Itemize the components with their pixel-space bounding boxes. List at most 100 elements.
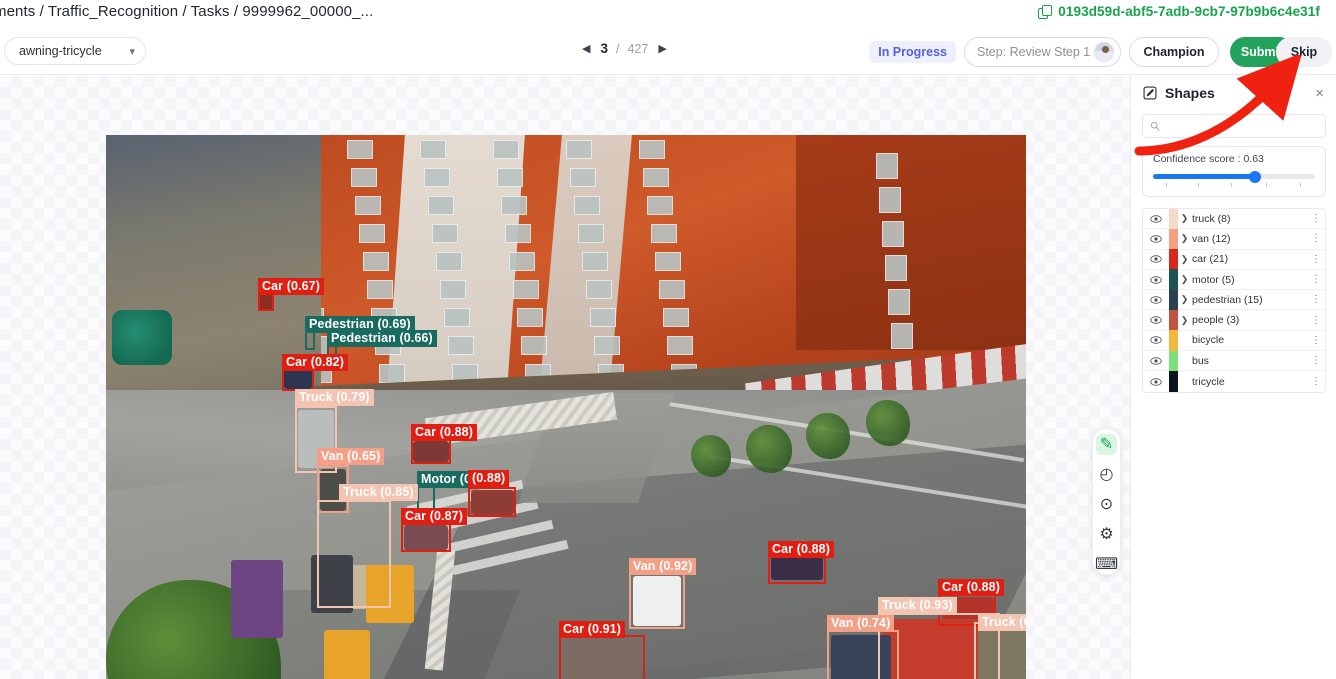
- shapes-icon: [1143, 86, 1157, 100]
- prev-page-button[interactable]: ◀: [580, 42, 592, 55]
- visibility-eye-icon[interactable]: [1143, 294, 1169, 306]
- close-icon[interactable]: ×: [1315, 85, 1324, 102]
- total-pages: 427: [627, 41, 649, 56]
- category-label: bicycle: [1192, 334, 1225, 347]
- shape-category-row[interactable]: ❯ people (3) ⋮: [1143, 309, 1325, 331]
- slider-knob[interactable]: [1248, 170, 1261, 183]
- bounding-box-label[interactable]: Car (0.82): [282, 354, 348, 371]
- row-menu-icon[interactable]: ⋮: [1307, 335, 1325, 345]
- expand-caret-icon[interactable]: ❯: [1178, 254, 1191, 265]
- breadcrumb[interactable]: ments / Traffic_Recognition / Tasks / 99…: [0, 3, 373, 20]
- step-field[interactable]: Step: Review Step 1: [964, 37, 1121, 67]
- expand-caret-icon[interactable]: ❯: [1178, 294, 1191, 305]
- slider-fill: [1153, 174, 1256, 179]
- category-color-swatch: [1169, 269, 1178, 290]
- bounding-box[interactable]: [629, 572, 685, 629]
- category-color-swatch: [1169, 249, 1178, 270]
- shape-category-row[interactable]: ❯ van (12) ⋮: [1143, 228, 1325, 250]
- point-tool[interactable]: ⊙: [1096, 494, 1117, 515]
- row-menu-icon[interactable]: ⋮: [1307, 315, 1325, 325]
- shape-category-row[interactable]: bus ⋮: [1143, 350, 1325, 372]
- bounding-box-label[interactable]: Car (0.67): [258, 278, 324, 295]
- row-menu-icon[interactable]: ⋮: [1307, 356, 1325, 366]
- edit-tool[interactable]: ✎: [1096, 434, 1117, 455]
- label-class-value: awning-tricycle: [19, 44, 102, 58]
- category-color-swatch: [1169, 228, 1178, 250]
- bounding-box-label[interactable]: Van (0.74): [827, 615, 895, 632]
- category-color-swatch: [1169, 289, 1178, 310]
- shape-category-row[interactable]: tricycle ⋮: [1143, 371, 1325, 392]
- shape-category-row[interactable]: ❯ truck (8) ⋮: [1143, 208, 1325, 230]
- confidence-slider[interactable]: [1153, 170, 1315, 188]
- bounding-box-label[interactable]: Car (0.91): [559, 621, 625, 638]
- category-label: pedestrian (15): [1192, 293, 1263, 306]
- visibility-eye-icon[interactable]: [1143, 376, 1169, 388]
- annotated-image[interactable]: Car (0.67) Pedestrian (0.69) Pedestrian (0…: [106, 135, 1026, 679]
- bounding-box-label[interactable]: Truck (0.85): [339, 484, 418, 501]
- bounding-box[interactable]: [559, 635, 645, 679]
- bounding-box-label[interactable]: Pedestrian (0.66): [327, 330, 437, 347]
- bounding-box-label[interactable]: Car (0.88): [938, 579, 1004, 596]
- visibility-eye-icon[interactable]: [1143, 253, 1169, 265]
- keyboard-tool[interactable]: ⌨: [1095, 553, 1118, 574]
- row-menu-icon[interactable]: ⋮: [1307, 377, 1325, 387]
- bounding-box[interactable]: [401, 522, 451, 552]
- bounding-box-label[interactable]: Car (0.87): [401, 508, 467, 525]
- slider-ticks: [1153, 183, 1315, 188]
- canvas-tool-strip[interactable]: ✎ ◴ ⊙ ⚙ ⌨: [1092, 428, 1121, 575]
- next-page-button[interactable]: ▶: [656, 42, 668, 55]
- shape-category-row[interactable]: ❯ pedestrian (15) ⋮: [1143, 289, 1325, 311]
- visibility-eye-icon[interactable]: [1143, 355, 1169, 367]
- row-menu-icon[interactable]: ⋮: [1307, 295, 1325, 305]
- shapes-panel: Shapes × Confidence score : 0.63 ❯ truck …: [1130, 76, 1336, 679]
- shape-category-row[interactable]: ❯ car (21) ⋮: [1143, 249, 1325, 270]
- visibility-eye-icon[interactable]: [1143, 233, 1169, 245]
- champion-button[interactable]: Champion: [1129, 37, 1219, 67]
- history-tool[interactable]: ◴: [1096, 464, 1117, 485]
- bounding-box-label[interactable]: Van (0.65): [317, 448, 385, 465]
- task-id[interactable]: 0193d59d-abf5-7adb-9cb7-97b9b6c4e31f: [1038, 4, 1320, 19]
- row-menu-icon[interactable]: ⋮: [1307, 275, 1325, 285]
- copy-icon[interactable]: [1038, 5, 1053, 19]
- row-menu-icon[interactable]: ⋮: [1307, 234, 1325, 244]
- status-badge: In Progress: [869, 41, 956, 63]
- skip-button[interactable]: Skip: [1276, 37, 1332, 67]
- category-label: motor (5): [1192, 273, 1235, 286]
- shapes-search-input[interactable]: [1142, 114, 1326, 138]
- bounding-box-label[interactable]: Truck (0.93): [878, 597, 957, 614]
- expand-caret-icon[interactable]: ❯: [1178, 274, 1191, 285]
- row-menu-icon[interactable]: ⋮: [1307, 214, 1325, 224]
- task-id-value: 0193d59d-abf5-7adb-9cb7-97b9b6c4e31f: [1058, 4, 1320, 19]
- category-color-swatch: [1169, 371, 1178, 392]
- step-field-value: Step: Review Step 1: [977, 45, 1091, 59]
- shape-category-row[interactable]: bicycle ⋮: [1143, 330, 1325, 352]
- expand-caret-icon[interactable]: ❯: [1178, 213, 1191, 224]
- bounding-box-label[interactable]: Car (0.88): [411, 424, 477, 441]
- bounding-box-label[interactable]: Truck (0.79): [295, 389, 374, 406]
- visibility-eye-icon[interactable]: [1143, 274, 1169, 286]
- bounding-box-label[interactable]: Car (0.88): [768, 541, 834, 558]
- bounding-box[interactable]: [827, 630, 899, 679]
- label-class-select[interactable]: awning-tricycle ▾: [4, 37, 146, 65]
- shape-category-row[interactable]: ❯ motor (5) ⋮: [1143, 269, 1325, 291]
- image-canvas[interactable]: Car (0.67) Pedestrian (0.69) Pedestrian (0…: [0, 76, 1130, 679]
- visibility-eye-icon[interactable]: [1143, 213, 1169, 225]
- shape-category-list[interactable]: ❯ truck (8) ⋮ ❯ van (12) ⋮ ❯ car (21) ⋮ ❯ motor (5…: [1142, 208, 1326, 393]
- pagination: ◀ 3 / 427 ▶: [580, 41, 669, 56]
- bounding-box[interactable]: [317, 500, 391, 608]
- category-color-swatch: [1169, 330, 1178, 351]
- row-menu-icon[interactable]: ⋮: [1307, 254, 1325, 264]
- expand-caret-icon[interactable]: ❯: [1178, 315, 1191, 326]
- bounding-box[interactable]: [411, 438, 451, 464]
- settings-tool[interactable]: ⚙: [1096, 523, 1117, 544]
- expand-caret-icon[interactable]: ❯: [1178, 233, 1191, 244]
- bounding-box-label[interactable]: Truck (0.94): [978, 614, 1026, 631]
- visibility-eye-icon[interactable]: [1143, 334, 1169, 346]
- bounding-box-label[interactable]: Van (0.92): [629, 558, 697, 575]
- confidence-score-label: Confidence score : 0.63: [1153, 153, 1264, 165]
- bounding-box-label[interactable]: (0.88): [468, 470, 510, 487]
- confidence-score-card: Confidence score : 0.63: [1142, 146, 1326, 197]
- bounding-box[interactable]: [468, 487, 516, 517]
- category-color-swatch: [1169, 208, 1178, 229]
- visibility-eye-icon[interactable]: [1143, 314, 1169, 326]
